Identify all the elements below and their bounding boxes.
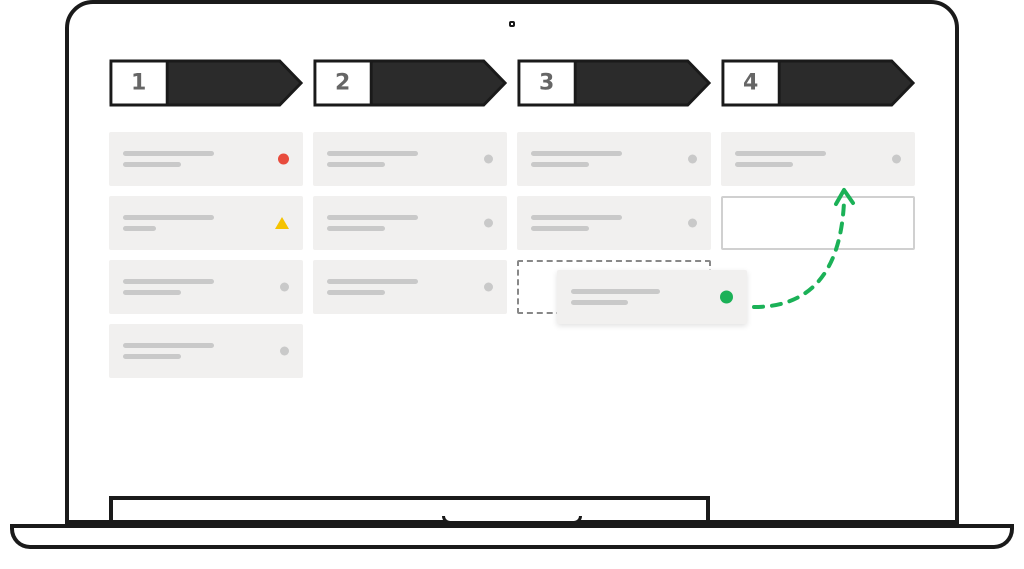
card-text-line (327, 226, 385, 231)
status-yellow-triangle-icon (275, 217, 289, 229)
column-header-2[interactable]: 2 (313, 59, 507, 107)
laptop-frame: 1 2 3 (0, 0, 1024, 569)
kanban-card[interactable] (109, 324, 303, 378)
column-header-4[interactable]: 4 (721, 59, 915, 107)
card-text-line (123, 343, 214, 348)
card-text-line (123, 151, 214, 156)
status-gray-dot-icon (484, 219, 493, 228)
card-text-line (531, 215, 622, 220)
kanban-card[interactable] (721, 132, 915, 186)
kanban-card[interactable] (109, 132, 303, 186)
laptop-base (10, 524, 1014, 549)
column-1 (109, 132, 303, 378)
card-text-line (531, 151, 622, 156)
card-text-line (327, 279, 418, 284)
card-text-line (123, 162, 181, 167)
columns-container (109, 132, 915, 378)
column-2 (313, 132, 507, 378)
card-text-line (123, 354, 181, 359)
screen-content: 1 2 3 (89, 44, 935, 520)
kanban-board: 1 2 3 (89, 44, 935, 520)
card-text-line (531, 162, 589, 167)
kanban-card[interactable] (313, 260, 507, 314)
drag-arrow-icon (749, 182, 889, 312)
card-text-line (327, 162, 385, 167)
column-3 (517, 132, 711, 378)
status-gray-dot-icon (892, 155, 901, 164)
card-text-line (123, 226, 156, 231)
column-header-1[interactable]: 1 (109, 59, 303, 107)
card-text-line (327, 151, 418, 156)
status-gray-dot-icon (688, 155, 697, 164)
kanban-card[interactable] (517, 132, 711, 186)
card-text-line (123, 215, 214, 220)
kanban-card[interactable] (313, 132, 507, 186)
column-header-label: 1 (131, 71, 146, 96)
camera-icon (509, 21, 515, 27)
card-text-line (531, 226, 589, 231)
laptop-screen: 1 2 3 (65, 0, 959, 524)
card-text-line (735, 151, 826, 156)
kanban-card[interactable] (517, 196, 711, 250)
card-text-line (735, 162, 793, 167)
laptop-notch (442, 516, 582, 524)
card-text-line (327, 290, 385, 295)
card-text-line (571, 289, 660, 294)
card-text-line (327, 215, 418, 220)
column-header-3[interactable]: 3 (517, 59, 711, 107)
card-text-line (123, 279, 214, 284)
card-text-line (123, 290, 181, 295)
status-gray-dot-icon (484, 155, 493, 164)
status-gray-dot-icon (280, 283, 289, 292)
scroll-track (109, 496, 710, 520)
column-header-label: 2 (335, 71, 350, 96)
column-header-label: 3 (539, 71, 554, 96)
kanban-card[interactable] (109, 260, 303, 314)
status-gray-dot-icon (688, 219, 697, 228)
kanban-card[interactable] (109, 196, 303, 250)
kanban-card[interactable] (313, 196, 507, 250)
card-text-line (571, 300, 628, 305)
status-red-dot-icon (278, 154, 289, 165)
status-gray-dot-icon (280, 347, 289, 356)
status-green-dot-icon (720, 291, 733, 304)
column-headers-row: 1 2 3 (109, 59, 915, 107)
dragging-card[interactable] (557, 270, 747, 324)
status-gray-dot-icon (484, 283, 493, 292)
column-header-label: 4 (743, 71, 758, 96)
